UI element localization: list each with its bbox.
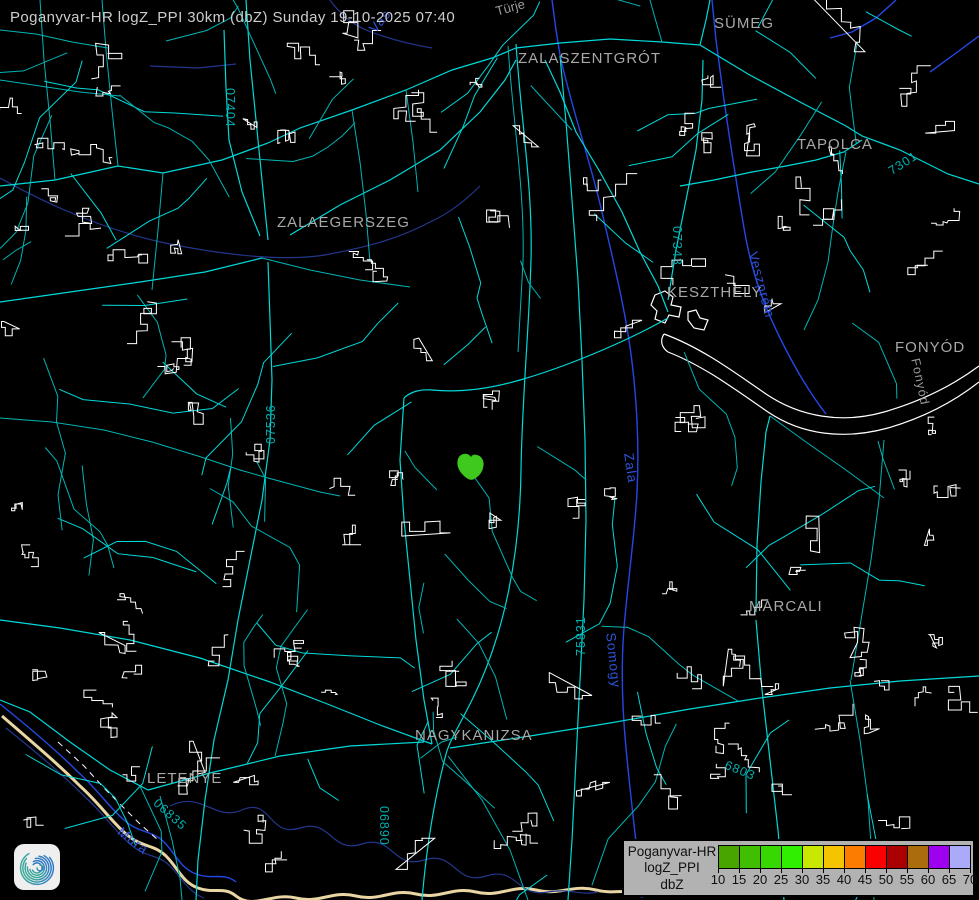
map-canvas [0, 0, 979, 900]
settlement-outlines [0, 0, 978, 872]
country-border-mura-river [0, 704, 632, 900]
spiral-logo-icon [16, 846, 58, 888]
legend-tick-scale: 10152025303540455055606570 [624, 841, 973, 895]
radar-product-image: TürjeZALASZENTGRÓTSÜMEGTAPOLCAZALAEGERSZ… [0, 0, 979, 900]
river-network [0, 0, 979, 898]
minor-road-branches [0, 0, 925, 900]
radar-title: Poganyvar-HR logZ_PPI 30km (dbZ) Sunday … [10, 9, 455, 26]
met-service-logo [14, 844, 60, 890]
radar-echo-blob [457, 454, 483, 480]
road-network [0, 0, 979, 900]
legend-tick-label: 70 [958, 872, 979, 887]
legend-panel: Poganyvar-HR logZ_PPI dbZ 10152025303540… [622, 839, 975, 897]
